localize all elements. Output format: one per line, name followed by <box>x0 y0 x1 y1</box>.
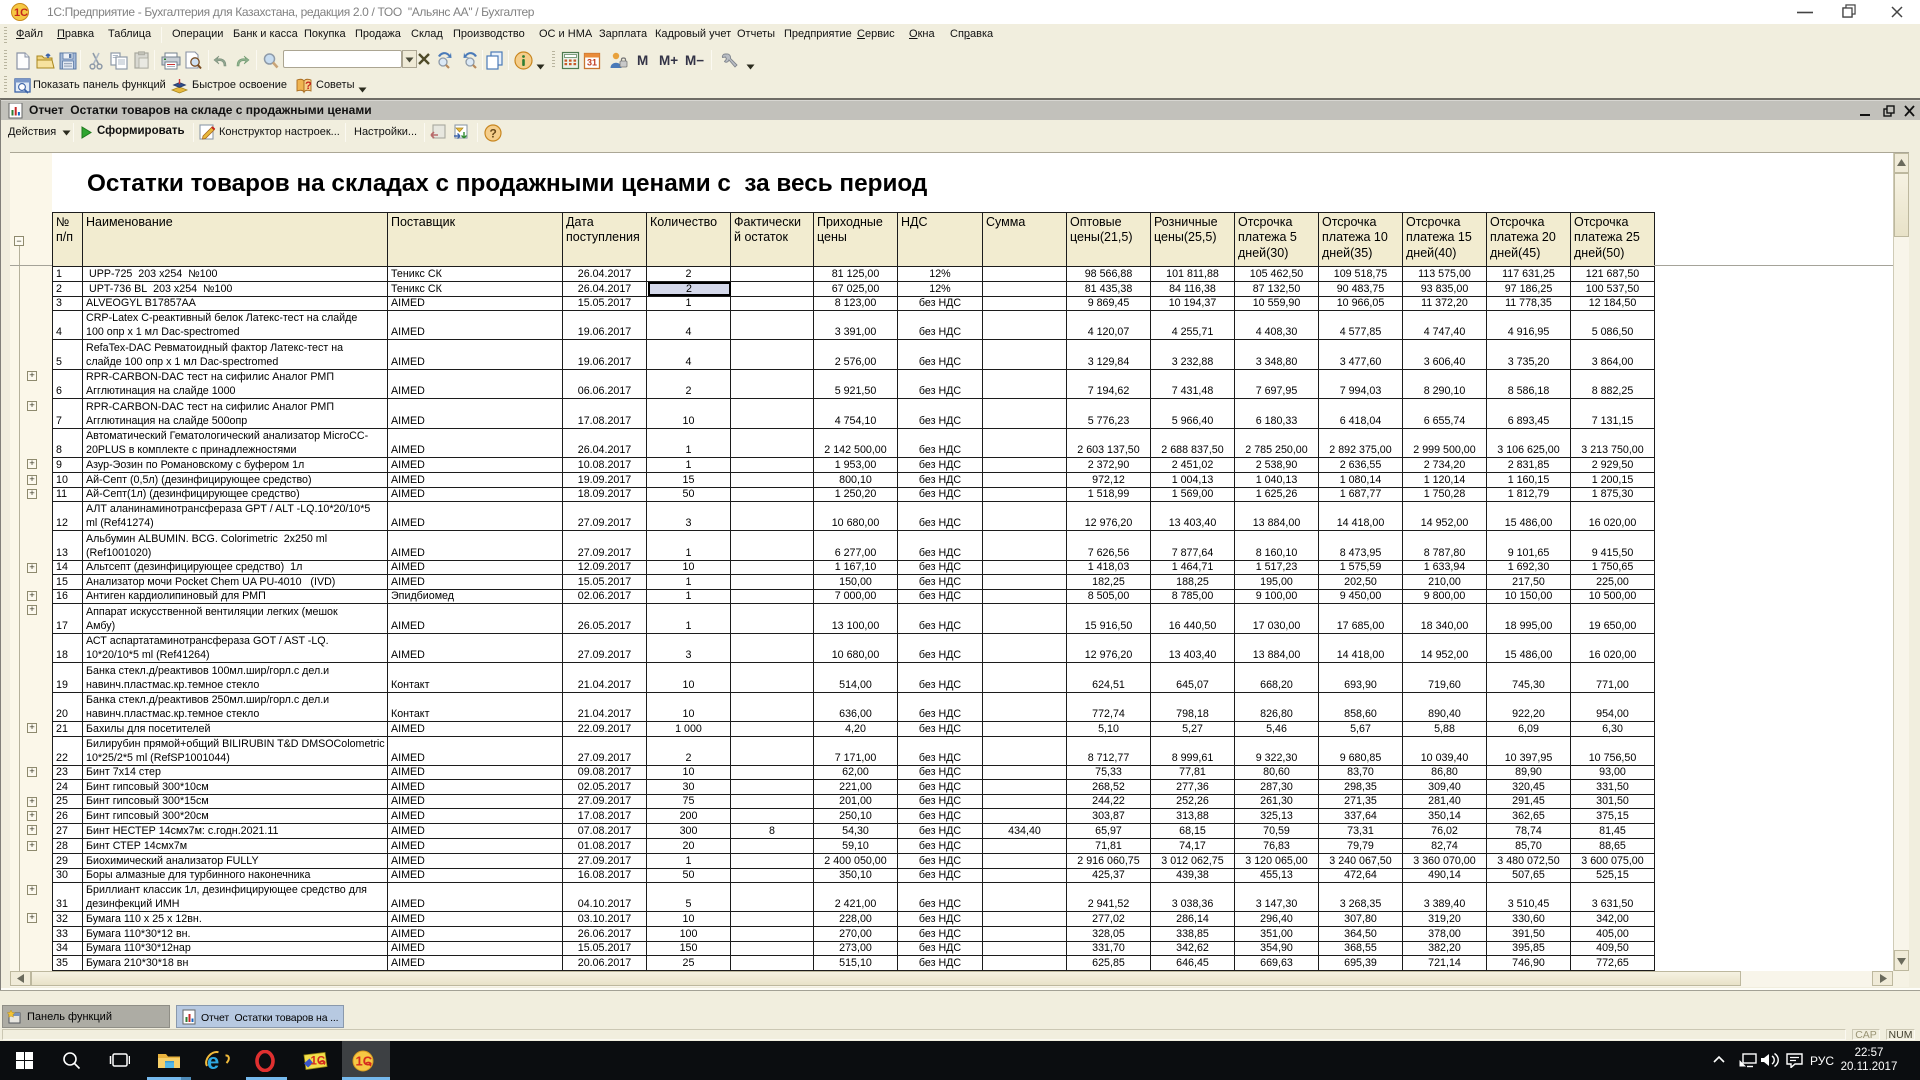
svg-text:?: ? <box>490 127 497 141</box>
svg-text:?: ? <box>305 80 312 92</box>
svg-text:31: 31 <box>587 58 597 68</box>
svg-text:1С: 1С <box>14 7 28 19</box>
svg-text:1С: 1С <box>356 1054 373 1069</box>
